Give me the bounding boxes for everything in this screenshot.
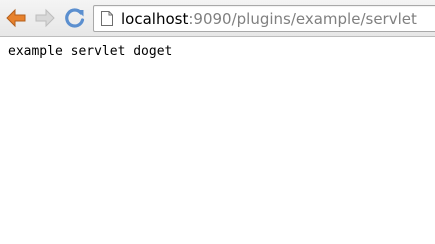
page-body-text: example servlet doget	[8, 44, 173, 59]
browser-toolbar: localhost:9090/plugins/example/servlet	[0, 0, 435, 37]
reload-button[interactable]	[63, 6, 87, 30]
url-path: :9090/plugins/example/servlet	[188, 10, 417, 28]
forward-arrow-icon	[35, 8, 55, 28]
back-button[interactable]	[4, 6, 28, 30]
url-text: localhost:9090/plugins/example/servlet	[121, 9, 417, 29]
reload-icon	[65, 8, 85, 28]
forward-button[interactable]	[33, 6, 57, 30]
address-bar[interactable]: localhost:9090/plugins/example/servlet	[93, 5, 435, 32]
url-host: localhost	[121, 10, 189, 28]
page-icon	[101, 11, 113, 26]
back-arrow-icon	[6, 8, 26, 28]
